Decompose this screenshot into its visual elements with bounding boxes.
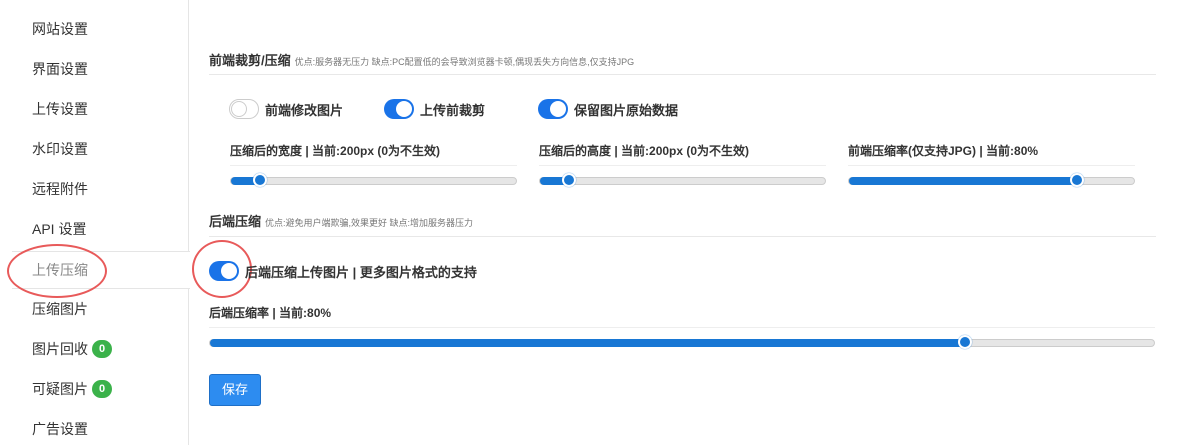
slider-thumb[interactable] bbox=[1070, 173, 1084, 187]
section-note: 优点:服务器无压力 缺点:PC配置低的会导致浏览器卡顿,偶现丢失方向信息,仅支持… bbox=[294, 57, 635, 67]
divider bbox=[230, 165, 517, 166]
sidebar-item-api-settings[interactable]: API 设置 bbox=[12, 211, 188, 247]
slider-thumb[interactable] bbox=[252, 173, 267, 187]
section-note: 优点:避免用户端欺骗,效果更好 缺点:增加服务器压力 bbox=[265, 218, 474, 228]
sidebar-item-upload-settings[interactable]: 上传设置 bbox=[12, 91, 188, 127]
divider bbox=[209, 327, 1155, 328]
divider bbox=[209, 74, 1156, 75]
switch[interactable] bbox=[384, 99, 414, 119]
section-title-text: 前端裁剪/压缩 bbox=[209, 53, 291, 68]
slider-fill bbox=[849, 177, 1077, 185]
toggle-keep-original-data[interactable]: 保留图片原始数据 bbox=[538, 99, 678, 119]
sidebar-item-ad-settings[interactable]: 广告设置 bbox=[12, 411, 188, 445]
toggle-backend-compress[interactable]: 后端压缩上传图片 | 更多图片格式的支持 bbox=[209, 261, 477, 281]
sidebar-item-suspicious-images[interactable]: 可疑图片 0 bbox=[12, 371, 188, 407]
sidebar-item-remote-attachments[interactable]: 远程附件 bbox=[12, 171, 188, 207]
toggle-label: 后端压缩上传图片 | 更多图片格式的支持 bbox=[245, 264, 477, 280]
sidebar-item-label: 可疑图片 bbox=[32, 381, 88, 397]
height-slider-label: 压缩后的高度 | 当前:200px (0为不生效) bbox=[539, 144, 750, 158]
count-badge: 0 bbox=[92, 380, 112, 398]
toggle-crop-before-upload[interactable]: 上传前裁剪 bbox=[384, 99, 485, 119]
section-title-text: 后端压缩 bbox=[209, 214, 262, 229]
save-button[interactable]: 保存 bbox=[209, 374, 261, 406]
frontend-quality-slider-label: 前端压缩率(仅支持JPG) | 当前:80% bbox=[848, 144, 1039, 158]
sidebar-item-label: 广告设置 bbox=[32, 421, 88, 437]
sidebar-item-label: 上传设置 bbox=[32, 101, 88, 117]
switch[interactable] bbox=[538, 99, 568, 119]
backend-section-title: 后端压缩 优点:避免用户端欺骗,效果更好 缺点:增加服务器压力 bbox=[209, 211, 473, 230]
toggle-frontend-modify[interactable]: 前端修改图片 bbox=[229, 99, 343, 119]
slider-fill bbox=[210, 339, 966, 347]
sidebar-item-site-settings[interactable]: 网站设置 bbox=[12, 11, 188, 47]
toggle-label: 上传前裁剪 bbox=[420, 102, 486, 118]
sidebar-item-label: API 设置 bbox=[32, 221, 87, 237]
count-badge: 0 bbox=[92, 340, 112, 358]
divider bbox=[848, 165, 1135, 166]
sidebar: 网站设置 界面设置 上传设置 水印设置 远程附件 API 设置 上传压缩 压缩图… bbox=[0, 0, 190, 445]
height-slider[interactable] bbox=[539, 173, 826, 187]
sidebar-item-compress-images[interactable]: 压缩图片 bbox=[12, 291, 188, 327]
sidebar-item-label: 水印设置 bbox=[32, 141, 88, 157]
sidebar-item-label: 网站设置 bbox=[32, 21, 88, 37]
width-slider[interactable] bbox=[230, 173, 517, 187]
sidebar-item-label: 界面设置 bbox=[32, 61, 88, 77]
sidebar-item-label: 上传压缩 bbox=[32, 262, 88, 278]
sidebar-item-ui-settings[interactable]: 界面设置 bbox=[12, 51, 188, 87]
sidebar-item-label: 压缩图片 bbox=[32, 301, 88, 317]
slider-thumb[interactable] bbox=[958, 335, 973, 349]
backend-quality-slider-label: 后端压缩率 | 当前:80% bbox=[209, 306, 332, 320]
width-slider-label: 压缩后的宽度 | 当前:200px (0为不生效) bbox=[230, 144, 441, 158]
sidebar-item-upload-compression[interactable]: 上传压缩 bbox=[12, 251, 190, 289]
switch[interactable] bbox=[209, 261, 239, 281]
sidebar-item-label: 图片回收 bbox=[32, 341, 88, 357]
frontend-quality-slider[interactable] bbox=[848, 173, 1135, 187]
divider bbox=[209, 236, 1156, 237]
backend-quality-slider[interactable] bbox=[209, 335, 1155, 349]
toggle-label: 前端修改图片 bbox=[265, 102, 344, 118]
frontend-section-title: 前端裁剪/压缩 优点:服务器无压力 缺点:PC配置低的会导致浏览器卡顿,偶现丢失方… bbox=[209, 50, 634, 69]
sidebar-item-label: 远程附件 bbox=[32, 181, 88, 197]
sidebar-item-image-recycle[interactable]: 图片回收 0 bbox=[12, 331, 188, 367]
switch[interactable] bbox=[229, 99, 259, 119]
toggle-label: 保留图片原始数据 bbox=[574, 102, 679, 118]
slider-thumb[interactable] bbox=[561, 173, 576, 187]
divider bbox=[539, 165, 826, 166]
sidebar-item-watermark-settings[interactable]: 水印设置 bbox=[12, 131, 188, 167]
